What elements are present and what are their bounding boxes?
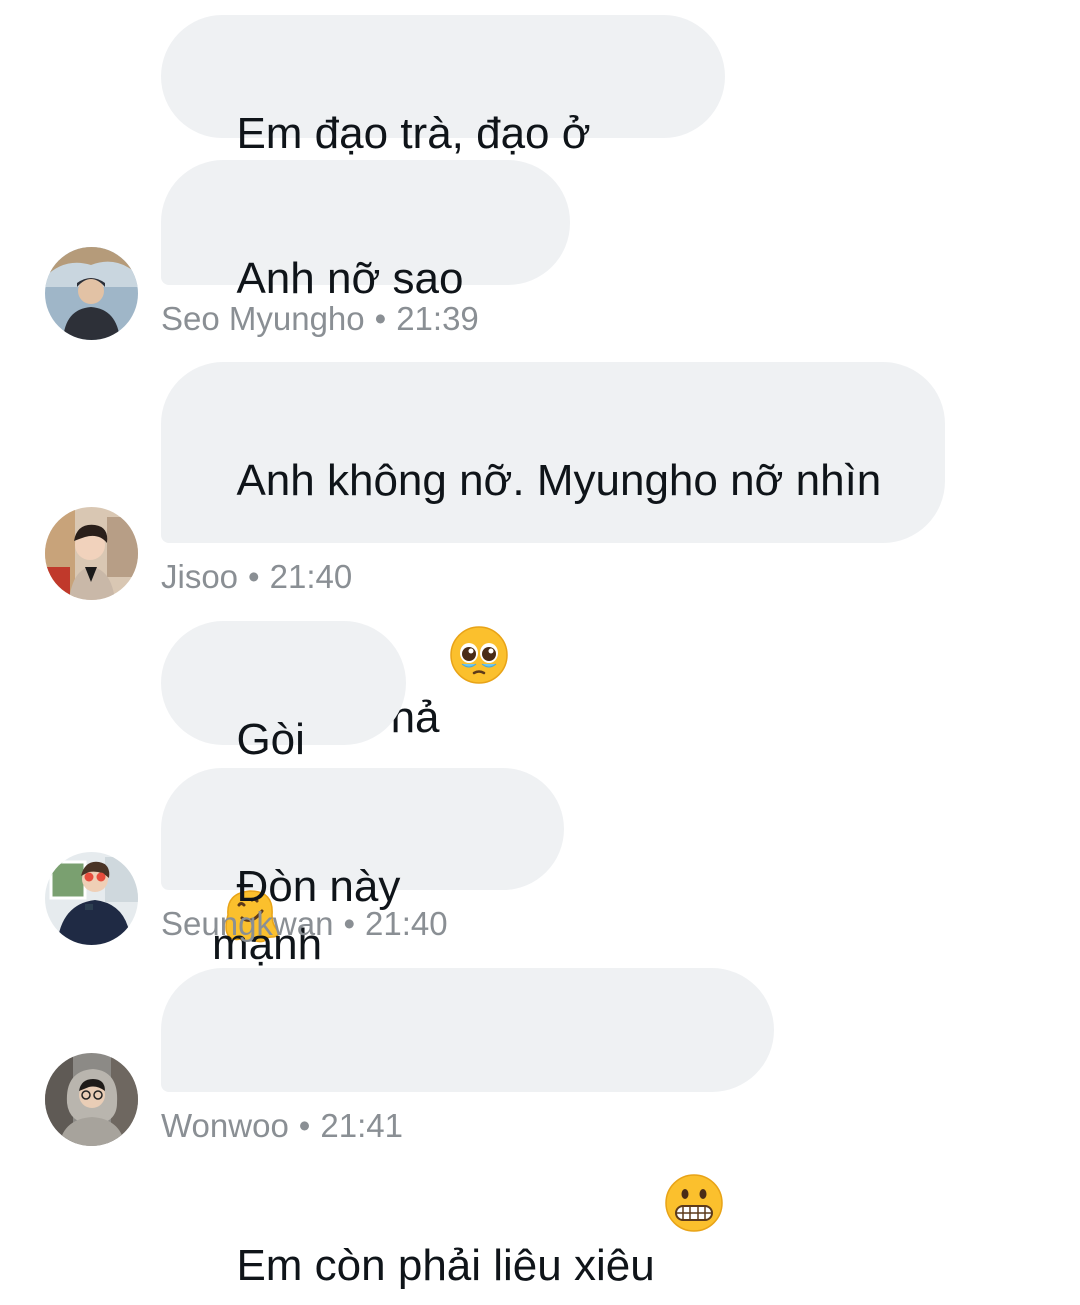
sender-name[interactable]: Seungkwan — [161, 905, 333, 942]
message-time: 21:41 — [320, 1107, 403, 1144]
avatar-seo-myungho[interactable] — [45, 247, 138, 340]
meta-separator: • — [374, 300, 387, 337]
sender-info: Jisoo • 21:40 — [161, 557, 352, 597]
message-bubble[interactable]: Đòn này mạnh — [161, 768, 564, 969]
message-time: 21:39 — [396, 300, 479, 337]
sender-name[interactable]: Jisoo — [161, 558, 238, 595]
message-text: Gòi — [236, 715, 305, 764]
message-bubble[interactable]: Gòi — [161, 621, 406, 943]
message-bubble[interactable]: Anh không nỡ. Myungho nỡ nhìn anh bị la … — [161, 362, 945, 742]
sender-info: Wonwoo • 21:41 — [161, 1106, 403, 1146]
avatar-jisoo[interactable] — [45, 507, 138, 600]
sender-info: Seo Myungho • 21:39 — [161, 299, 479, 339]
meta-separator: • — [248, 558, 260, 595]
pleading-face-emoji — [449, 510, 508, 684]
meta-separator: • — [343, 905, 356, 942]
meta-separator: • — [298, 1107, 311, 1144]
avatar-seungkwan[interactable] — [45, 852, 138, 945]
sender-name[interactable]: Seo Myungho — [161, 300, 365, 337]
message-time: 21:40 — [365, 905, 448, 942]
message-text: Anh nỡ sao — [236, 254, 464, 303]
sender-info: Seungkwan • 21:40 — [161, 904, 448, 944]
message-bubble[interactable]: Em đạo trà, đạo ở nhà — [161, 15, 725, 216]
grimacing-face-emoji — [664, 1058, 723, 1232]
message-bubble[interactable]: Anh nỡ sao — [161, 160, 570, 482]
avatar-wonwoo[interactable] — [45, 1053, 138, 1146]
message-text: Em còn phải liêu xiêu — [236, 1241, 655, 1290]
sender-name[interactable]: Wonwoo — [161, 1107, 289, 1144]
message-bubble[interactable]: Em còn phải liêu xiêu — [161, 968, 774, 1290]
message-time: 21:40 — [269, 558, 353, 595]
